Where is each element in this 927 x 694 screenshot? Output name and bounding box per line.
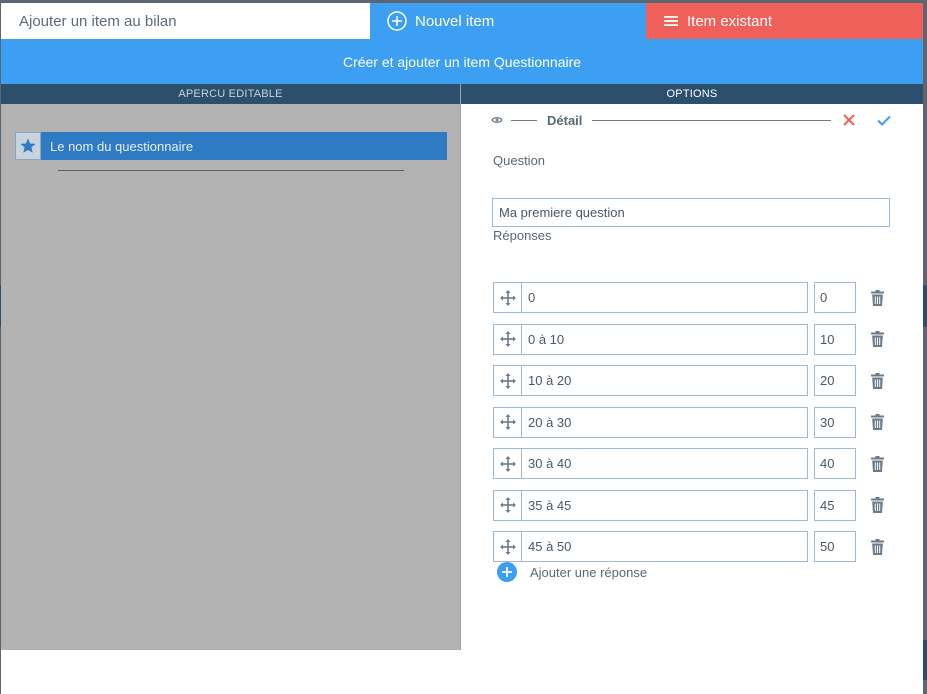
eye-icon[interactable]: [491, 116, 503, 124]
trash-icon[interactable]: [871, 289, 884, 306]
answer-row: [493, 323, 893, 355]
trash-icon[interactable]: [871, 331, 884, 347]
answer-field: [493, 323, 808, 355]
move-icon[interactable]: [494, 366, 522, 395]
preview-header: APERCU EDITABLE: [1, 84, 460, 104]
answer-value-input[interactable]: [814, 365, 856, 396]
trash-icon[interactable]: [871, 538, 884, 555]
answer-field: [493, 448, 808, 479]
answers-label: Réponses: [493, 228, 552, 243]
answer-row: [493, 531, 893, 562]
tab-new-item-label: Nouvel item: [415, 12, 495, 30]
answer-row: [493, 448, 893, 479]
options-header: OPTIONS: [461, 84, 923, 104]
answer-field: [493, 531, 808, 562]
answer-text-input[interactable]: [522, 407, 807, 437]
trash-icon[interactable]: [871, 414, 884, 430]
menu-icon: [663, 14, 679, 28]
answer-value-input[interactable]: [814, 323, 856, 355]
tab-existing-item[interactable]: Item existant: [646, 3, 923, 39]
answer-field: [493, 406, 808, 438]
add-answer-label: Ajouter une réponse: [530, 564, 648, 580]
answer-field: [493, 365, 808, 396]
answer-text-input[interactable]: [522, 449, 807, 478]
add-answer-button[interactable]: Ajouter une réponse: [496, 561, 647, 583]
answer-field: [493, 489, 808, 521]
subheader: Créer et ajouter un item Questionnaire: [1, 39, 923, 84]
move-icon[interactable]: [494, 449, 522, 478]
move-icon[interactable]: [494, 407, 522, 437]
answer-row: [493, 365, 893, 396]
options-panel: OPTIONS Détail Question Réponses: [461, 84, 923, 650]
detail-row: Détail: [491, 110, 891, 130]
answer-row: [493, 282, 893, 313]
modal-body: APERCU EDITABLE Le nom du questionnaire …: [1, 84, 923, 650]
answer-row: [493, 406, 893, 438]
plus-circle-icon: [387, 11, 407, 31]
add-item-modal: Ajouter un item au bilan Nouvel item Ite…: [1, 3, 923, 694]
tab-existing-item-label: Item existant: [687, 12, 773, 30]
tab-new-item[interactable]: Nouvel item: [370, 3, 646, 39]
question-input[interactable]: [492, 198, 890, 227]
move-icon[interactable]: [494, 532, 522, 561]
star-icon[interactable]: [15, 132, 41, 160]
question-label: Question: [493, 153, 546, 168]
trash-icon[interactable]: [871, 497, 884, 513]
preview-panel: APERCU EDITABLE Le nom du questionnaire: [1, 84, 461, 650]
answer-value-input[interactable]: [814, 406, 856, 438]
divider: [511, 119, 537, 121]
close-icon[interactable]: [843, 114, 855, 126]
answer-field: [493, 282, 808, 313]
answer-text-input[interactable]: [522, 366, 807, 395]
move-icon[interactable]: [494, 283, 522, 312]
divider: [58, 170, 404, 171]
answer-text-input[interactable]: [522, 324, 807, 354]
move-icon[interactable]: [494, 324, 522, 354]
trash-icon[interactable]: [871, 455, 884, 472]
answer-row: [493, 489, 893, 521]
answers-list: [493, 282, 893, 573]
modal-tabs: Ajouter un item au bilan Nouvel item Ite…: [1, 3, 923, 39]
plus-circle-icon: [496, 561, 518, 583]
answer-value-input[interactable]: [814, 531, 856, 562]
questionnaire-name-row[interactable]: Le nom du questionnaire: [15, 132, 447, 160]
divider: [592, 119, 831, 121]
answer-value-input[interactable]: [814, 448, 856, 479]
move-icon[interactable]: [494, 490, 522, 520]
trash-icon[interactable]: [871, 372, 884, 389]
answer-value-input[interactable]: [814, 282, 856, 313]
questionnaire-name[interactable]: Le nom du questionnaire: [41, 132, 447, 160]
modal-title: Ajouter un item au bilan: [1, 3, 370, 39]
answer-value-input[interactable]: [814, 489, 856, 521]
answer-text-input[interactable]: [522, 532, 807, 561]
answer-text-input[interactable]: [522, 283, 807, 312]
check-icon[interactable]: [877, 115, 891, 126]
detail-label: Détail: [547, 112, 583, 128]
answer-text-input[interactable]: [522, 490, 807, 520]
